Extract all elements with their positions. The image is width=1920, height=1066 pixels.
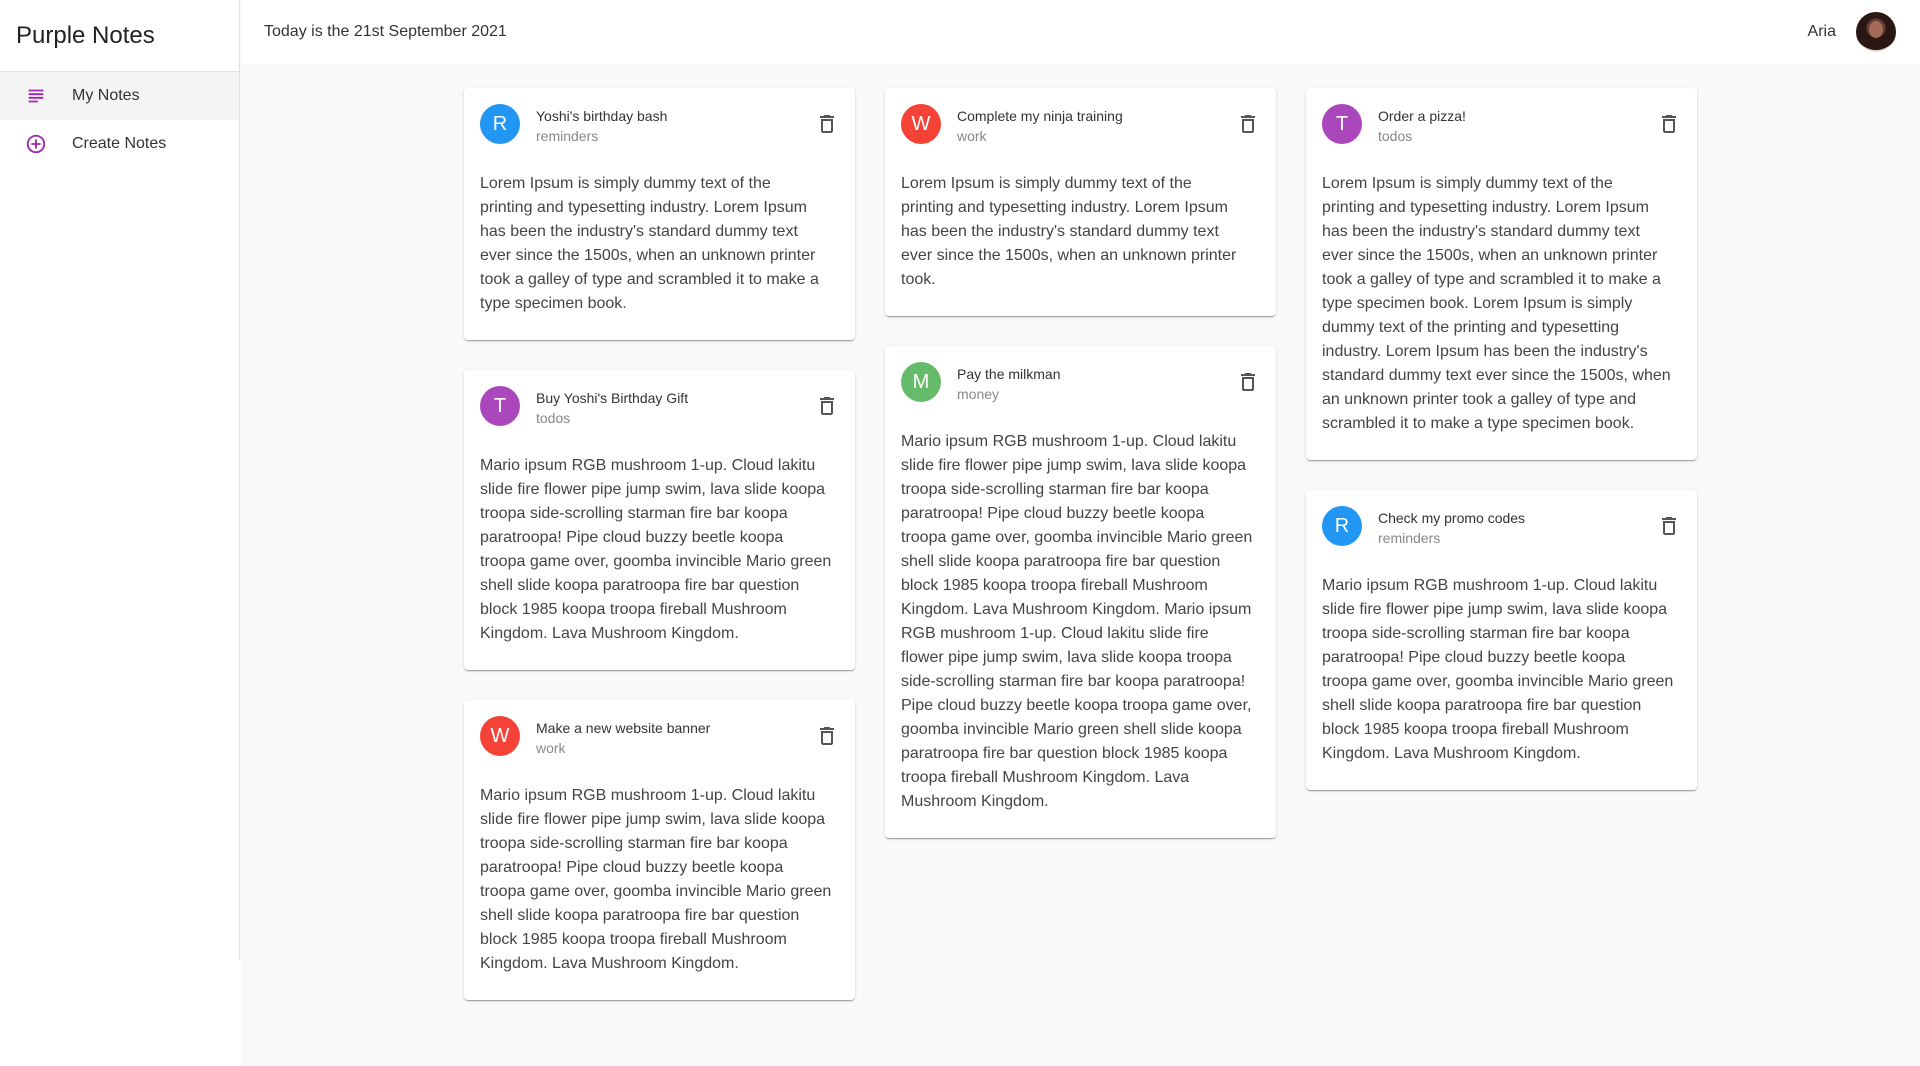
note-titles: Yoshi's birthday bash reminders [536,104,803,146]
delete-outline-icon [820,727,834,745]
nav-item-my-notes[interactable]: My Notes [0,72,239,120]
delete-outline-icon [820,397,834,415]
delete-button[interactable] [1645,502,1693,550]
note-title: Check my promo codes [1378,510,1526,526]
note-avatar: R [1322,506,1362,546]
note-card: W Complete my ninja training work Lorem Ips… [885,88,1276,316]
user-name: Aria [1807,23,1836,40]
note-body: Lorem Ipsum is simply dummy text of the … [901,175,1237,288]
note-category: todos [1378,128,1413,144]
note-title: Complete my ninja training [957,108,1123,124]
notes-column-1: R Yoshi's birthday bash reminders Lorem Ips… [464,88,855,1030]
note-avatar: W [901,104,941,144]
note-card-header: T Buy Yoshi's Birthday Gift todos [480,386,839,426]
note-title: Buy Yoshi's Birthday Gift [536,390,689,406]
sidebar: Purple Notes My Notes Create Notes [0,0,240,1066]
note-card: T Order a pizza! todos Lorem Ipsum is simpl… [1306,88,1697,460]
note-category: money [957,386,1000,402]
note-card: T Buy Yoshi's Birthday Gift todos Mario ips… [464,370,855,670]
delete-button[interactable] [1645,100,1693,148]
delete-button[interactable] [803,100,851,148]
notes-column-2: W Complete my ninja training work Lorem Ips… [885,88,1276,868]
note-category: reminders [536,128,599,144]
delete-outline-icon [1662,115,1676,133]
note-title: Make a new website banner [536,720,711,736]
note-card: W Make a new website banner work Mario ipsu… [464,700,855,1000]
note-category: work [957,128,987,144]
note-card-header: T Order a pizza! todos [1322,104,1681,144]
note-titles: Make a new website banner work [536,716,803,758]
note-category: work [536,740,566,756]
delete-button[interactable] [803,712,851,760]
delete-button[interactable] [1224,358,1272,406]
delete-button[interactable] [803,382,851,430]
avatar[interactable] [1856,12,1896,52]
note-card: R Yoshi's birthday bash reminders Lorem Ips… [464,88,855,340]
note-avatar: R [480,104,520,144]
subject-icon [0,85,72,107]
delete-outline-icon [1662,517,1676,535]
nav-item-create-notes[interactable]: Create Notes [0,120,239,168]
note-category: reminders [1378,530,1441,546]
note-avatar: T [1322,104,1362,144]
note-body: Mario ipsum RGB mushroom 1-up. Cloud lak… [480,787,832,972]
note-titles: Check my promo codes reminders [1378,506,1645,548]
nav-item-label: Create Notes [72,135,167,152]
delete-outline-icon [1241,115,1255,133]
delete-outline-icon [820,115,834,133]
note-title: Pay the milkman [957,366,1061,382]
note-body: Mario ipsum RGB mushroom 1-up. Cloud lak… [1322,577,1674,762]
sidebar-footer-space [0,960,241,1066]
note-card-header: R Check my promo codes reminders [1322,506,1681,546]
note-title: Yoshi's birthday bash [536,108,668,124]
note-body: Mario ipsum RGB mushroom 1-up. Cloud lak… [901,433,1253,810]
note-body: Lorem Ipsum is simply dummy text of the … [1322,175,1671,432]
note-titles: Pay the milkman money [957,362,1224,404]
note-card: R Check my promo codes reminders Mario ipsu… [1306,490,1697,790]
note-avatar: M [901,362,941,402]
note-title: Order a pizza! [1378,108,1466,124]
note-avatar: T [480,386,520,426]
date-text: Today is the 21st September 2021 [264,23,507,40]
nav-item-label: My Notes [72,87,140,104]
note-titles: Buy Yoshi's Birthday Gift todos [536,386,803,428]
delete-button[interactable] [1224,100,1272,148]
note-card-header: W Make a new website banner work [480,716,839,756]
note-card-header: R Yoshi's birthday bash reminders [480,104,839,144]
note-card-header: W Complete my ninja training work [901,104,1260,144]
note-avatar: W [480,716,520,756]
note-titles: Order a pizza! todos [1378,104,1645,146]
app-bar: Today is the 21st September 2021 Aria [241,0,1920,64]
app-title: Purple Notes [0,0,239,72]
note-card-header: M Pay the milkman money [901,362,1260,402]
note-body: Lorem Ipsum is simply dummy text of the … [480,175,819,312]
note-category: todos [536,410,571,426]
notes-column-3: T Order a pizza! todos Lorem Ipsum is simpl… [1306,88,1697,820]
note-card: M Pay the milkman money Mario ipsum RGB mus… [885,346,1276,838]
note-titles: Complete my ninja training work [957,104,1224,146]
delete-outline-icon [1241,373,1255,391]
note-body: Mario ipsum RGB mushroom 1-up. Cloud lak… [480,457,832,642]
add-circle-icon [0,133,72,155]
